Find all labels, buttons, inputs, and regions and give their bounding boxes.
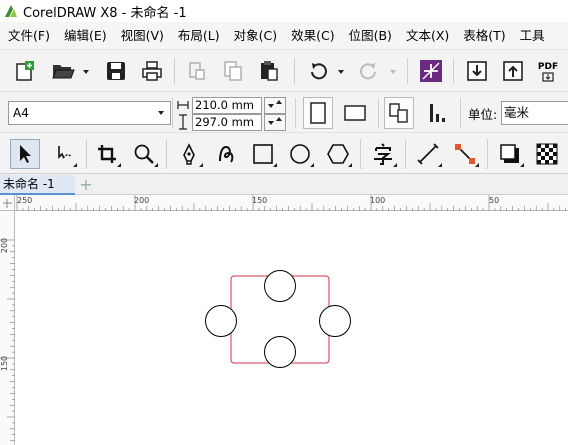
menu-tools[interactable]: 工具 [512, 22, 551, 49]
undo-dropdown-icon[interactable] [338, 70, 344, 74]
cut-icon[interactable] [186, 59, 208, 83]
document-tab[interactable]: 未命名 -1 [0, 175, 75, 195]
artistic-media-icon[interactable] [212, 139, 240, 169]
circle-top[interactable] [264, 270, 296, 302]
page-size-select[interactable]: A4 [8, 101, 171, 125]
property-bar: A4 210.0 mm 297.0 mm 单位: 毫米 [0, 91, 568, 132]
menu-table[interactable]: 表格(T) [455, 22, 511, 49]
ruler-origin-corner[interactable] [0, 195, 15, 211]
pdf-label: PDF [537, 62, 559, 72]
unit-label: 单位: [468, 107, 498, 122]
menu-file[interactable]: 文件(F) [0, 22, 56, 49]
circle-bottom[interactable] [264, 336, 296, 368]
menu-bar: 文件(F) 编辑(E) 视图(V) 布局(L) 对象(C) 效果(C) 位图(B… [0, 22, 568, 49]
copy-icon[interactable] [222, 59, 244, 83]
save-icon[interactable] [104, 59, 128, 83]
export-icon[interactable] [501, 59, 525, 83]
ruler-h-label-150: 150 [252, 196, 268, 205]
unit-select[interactable]: 毫米 [501, 101, 568, 125]
ruler-h-label-200: 200 [134, 196, 150, 205]
landscape-button[interactable] [340, 97, 370, 129]
open-folder-icon[interactable] [50, 59, 76, 83]
ruler-h-label-250: 250 [17, 196, 33, 205]
circle-right[interactable] [319, 305, 351, 337]
all-pages-icon[interactable] [384, 97, 414, 129]
portrait-button[interactable] [303, 97, 333, 129]
corel-connect-icon[interactable] [419, 59, 443, 83]
redo-dropdown-icon[interactable] [390, 70, 396, 74]
paste-icon[interactable] [258, 59, 280, 83]
title-bar: CorelDRAW X8 - 未命名 -1 [0, 0, 568, 22]
height-spinner[interactable] [264, 114, 286, 131]
menu-view[interactable]: 视图(V) [113, 22, 170, 49]
width-spinner[interactable] [264, 97, 286, 114]
ruler-v-label-200: 200 [0, 237, 10, 254]
current-page-icon[interactable] [422, 97, 452, 129]
pick-tool-icon[interactable] [10, 139, 40, 169]
ruler-h-label-100: 100 [370, 196, 386, 205]
new-document-icon[interactable] [12, 59, 36, 83]
menu-effects[interactable]: 效果(C) [283, 22, 340, 49]
page-height-field[interactable]: 297.0 mm [192, 114, 262, 131]
height-icon [179, 114, 187, 130]
page-size-dropdown-icon [158, 111, 164, 115]
import-icon[interactable] [465, 59, 489, 83]
menu-layout[interactable]: 布局(L) [170, 22, 226, 49]
undo-icon[interactable] [305, 59, 331, 83]
page-width-field[interactable]: 210.0 mm [192, 97, 262, 114]
menu-edit[interactable]: 编辑(E) [56, 22, 113, 49]
circle-left[interactable] [205, 305, 237, 337]
standard-toolbar: PDF [0, 49, 568, 91]
coreldraw-logo-icon [5, 5, 17, 17]
menu-text[interactable]: 文本(X) [398, 22, 455, 49]
menu-bitmaps[interactable]: 位图(B) [341, 22, 398, 49]
ruler-h-label-50: 50 [489, 196, 500, 205]
redo-icon[interactable] [356, 59, 382, 83]
width-icon [177, 101, 189, 109]
add-tab-button[interactable]: + [78, 177, 94, 193]
print-icon[interactable] [140, 59, 164, 83]
drawing-canvas[interactable] [15, 211, 568, 445]
ruler-v-label-150: 150 [0, 355, 10, 372]
page-size-value: A4 [13, 106, 29, 120]
menu-object[interactable]: 对象(C) [226, 22, 283, 49]
toolbox [0, 132, 568, 174]
publish-pdf-icon[interactable]: PDF [536, 59, 560, 85]
document-tab-bar: 未命名 -1 + [0, 175, 568, 195]
transparency-icon[interactable] [533, 139, 561, 169]
horizontal-ruler[interactable]: 250 200 150 100 50 [15, 195, 568, 211]
vertical-ruler[interactable]: 200 150 [0, 211, 15, 445]
window-title: CorelDRAW X8 - 未命名 -1 [23, 5, 187, 21]
open-dropdown-icon[interactable] [83, 70, 89, 74]
